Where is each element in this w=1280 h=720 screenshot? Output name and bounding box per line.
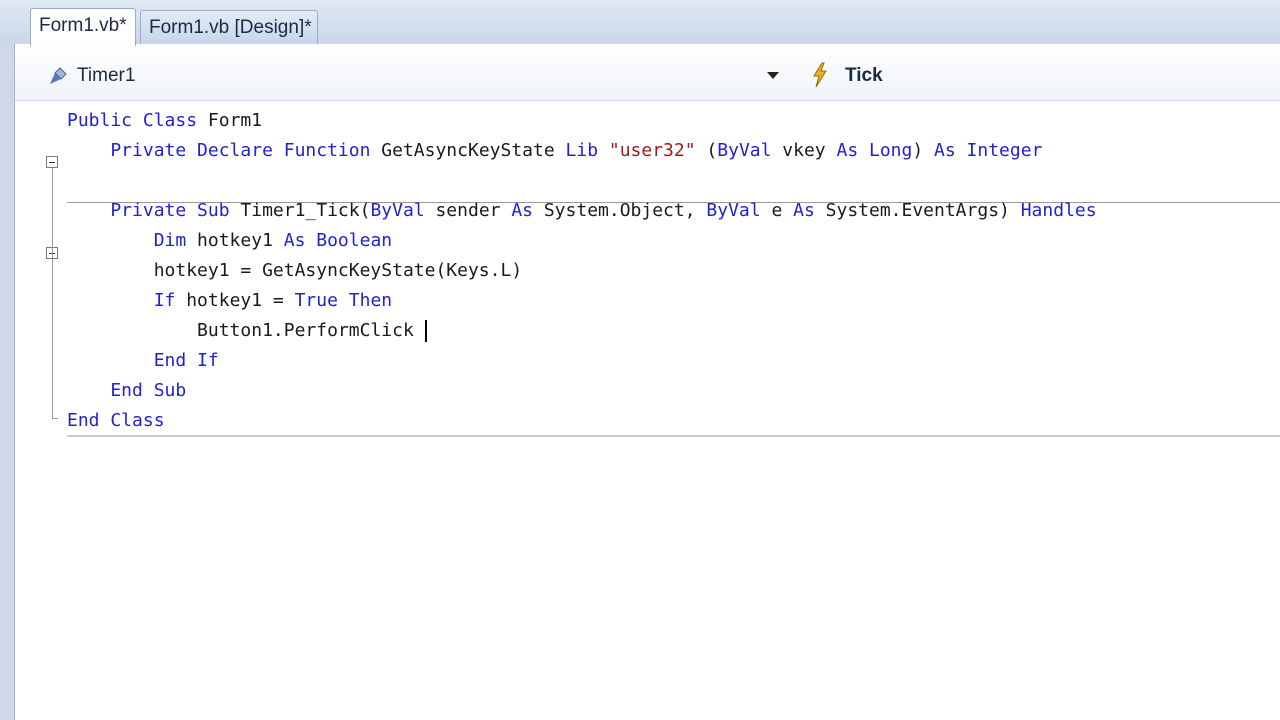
collapse-class-icon[interactable] bbox=[46, 156, 58, 168]
code-line[interactable]: Button1.PerformClick bbox=[67, 316, 427, 346]
keyword-token: As Long bbox=[836, 140, 913, 161]
keyword-token: ByVal bbox=[717, 140, 783, 161]
code-line[interactable]: hotkey1 = GetAsyncKeyState(Keys.L) bbox=[67, 256, 522, 286]
code-token: hotkey1 bbox=[197, 230, 284, 251]
code-token: ) bbox=[912, 140, 935, 161]
chevron-down-icon[interactable] bbox=[767, 72, 779, 79]
keyword-token: As Integer bbox=[934, 140, 1043, 161]
keyword-token: End Sub bbox=[67, 380, 187, 401]
code-token: Button1.PerformClick bbox=[67, 320, 425, 341]
keyword-token: End If bbox=[67, 350, 219, 371]
code-token: hotkey1 = GetAsyncKeyState(Keys.L) bbox=[67, 260, 523, 281]
document-tab-strip: Form1.vb* Form1.vb [Design]* bbox=[0, 0, 1280, 46]
code-line[interactable]: Private Declare Function GetAsyncKeyStat… bbox=[67, 136, 1042, 166]
keyword-token: ByVal bbox=[706, 200, 772, 221]
code-line[interactable]: End If bbox=[67, 346, 219, 376]
end-of-code-rule bbox=[67, 435, 1280, 437]
keyword-token: Dim bbox=[67, 230, 198, 251]
fold-guide-end bbox=[52, 418, 58, 419]
keyword-token: As bbox=[793, 200, 826, 221]
keyword-token: If bbox=[67, 290, 187, 311]
keyword-token: Handles bbox=[1020, 200, 1097, 221]
code-token: System.Object, bbox=[543, 200, 707, 221]
code-token: sender bbox=[435, 200, 512, 221]
lightning-event-icon bbox=[813, 62, 827, 88]
code-line[interactable]: Dim hotkey1 As Boolean bbox=[67, 226, 392, 256]
method-name-dropdown[interactable]: Tick bbox=[791, 56, 1280, 96]
tab-form1-design[interactable]: Form1.vb [Design]* bbox=[140, 10, 318, 44]
code-token: GetAsyncKeyState bbox=[381, 140, 566, 161]
class-name-label: Timer1 bbox=[77, 65, 136, 86]
keyword-token: Lib bbox=[565, 140, 609, 161]
text-cursor bbox=[424, 320, 427, 342]
keyword-token: End Class bbox=[67, 410, 165, 431]
keyword-token: ByVal bbox=[370, 200, 436, 221]
code-area[interactable]: Public Class Form1 Private Declare Funct… bbox=[15, 106, 1280, 438]
code-line[interactable]: Public Class Form1 bbox=[67, 106, 262, 136]
keyword-token: True Then bbox=[294, 290, 393, 311]
navigation-bar: Timer1 Tick bbox=[15, 44, 1280, 101]
code-token: Form1 bbox=[207, 110, 263, 131]
code-line[interactable]: Private Sub Timer1_Tick(ByVal sender As … bbox=[67, 196, 1097, 226]
code-line[interactable]: If hotkey1 = True Then bbox=[67, 286, 392, 316]
code-token: hotkey1 = bbox=[186, 290, 295, 311]
keyword-token: Private Declare Function bbox=[67, 140, 382, 161]
keyword-token: As Boolean bbox=[283, 230, 393, 251]
code-token: System.EventArgs) bbox=[825, 200, 1021, 221]
code-token: ( bbox=[695, 140, 718, 161]
fold-guide bbox=[52, 168, 53, 418]
code-token: Timer1_Tick( bbox=[240, 200, 371, 221]
timer-component-icon bbox=[50, 67, 67, 84]
string-token: "user32" bbox=[608, 140, 696, 161]
method-name-label: Tick bbox=[845, 65, 883, 86]
class-name-dropdown[interactable]: Timer1 bbox=[17, 56, 791, 96]
code-token: e bbox=[771, 200, 794, 221]
code-line[interactable]: End Class bbox=[67, 406, 165, 436]
keyword-token: Private Sub bbox=[67, 200, 241, 221]
code-line[interactable]: End Sub bbox=[67, 376, 186, 406]
code-editor[interactable]: Timer1 Tick Public Class Form1 Private D… bbox=[14, 44, 1280, 720]
code-token: vkey bbox=[782, 140, 837, 161]
keyword-token: As bbox=[511, 200, 544, 221]
keyword-token: Public Class bbox=[67, 110, 208, 131]
tab-form1-vb[interactable]: Form1.vb* bbox=[30, 8, 136, 46]
